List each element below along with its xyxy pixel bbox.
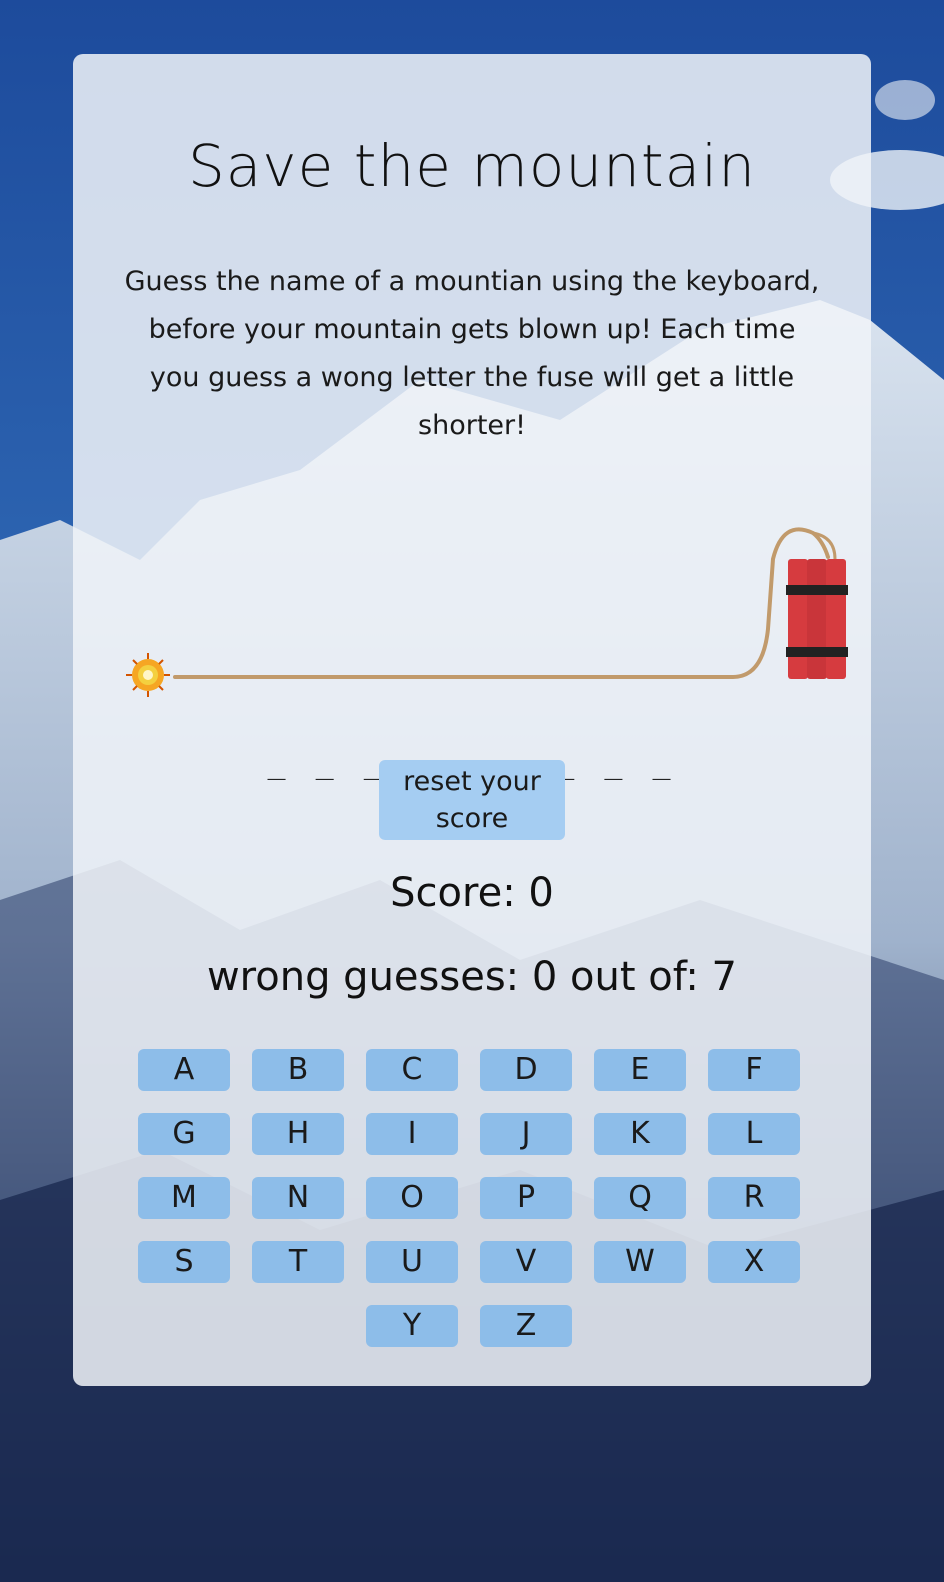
wrong-guesses-display: wrong guesses: 0 out of: 7 xyxy=(206,954,738,1000)
key-z[interactable]: Z xyxy=(480,1305,572,1347)
key-y[interactable]: Y xyxy=(366,1305,458,1347)
key-h[interactable]: H xyxy=(252,1113,344,1155)
key-m[interactable]: M xyxy=(138,1177,230,1219)
key-n[interactable]: N xyxy=(252,1177,344,1219)
key-g[interactable]: G xyxy=(138,1113,230,1155)
dynamite-icon xyxy=(786,559,848,679)
key-e[interactable]: E xyxy=(594,1049,686,1091)
key-w[interactable]: W xyxy=(594,1241,686,1283)
key-x[interactable]: X xyxy=(708,1241,800,1283)
key-k[interactable]: K xyxy=(594,1113,686,1155)
key-a[interactable]: A xyxy=(138,1049,230,1091)
key-q[interactable]: Q xyxy=(594,1177,686,1219)
fuse-line xyxy=(173,527,830,679)
key-f[interactable]: F xyxy=(708,1049,800,1091)
key-u[interactable]: U xyxy=(366,1241,458,1283)
key-i[interactable]: I xyxy=(366,1113,458,1155)
key-b[interactable]: B xyxy=(252,1049,344,1091)
key-v[interactable]: V xyxy=(480,1241,572,1283)
key-l[interactable]: L xyxy=(708,1113,800,1155)
score-display: Score: 0 xyxy=(390,870,554,916)
key-s[interactable]: S xyxy=(138,1241,230,1283)
spark-icon xyxy=(126,653,170,697)
key-p[interactable]: P xyxy=(480,1177,572,1219)
key-d[interactable]: D xyxy=(480,1049,572,1091)
key-r[interactable]: R xyxy=(708,1177,800,1219)
key-t[interactable]: T xyxy=(252,1241,344,1283)
reset-score-button[interactable]: reset your score xyxy=(379,760,565,840)
game-card: Save the mountain Guess the name of a mo… xyxy=(73,54,871,1386)
fuse-scene xyxy=(126,527,848,697)
page-title: Save the mountain xyxy=(187,132,757,200)
instructions-text: Guess the name of a mountian using the k… xyxy=(124,266,820,441)
key-c[interactable]: C xyxy=(366,1049,458,1091)
key-o[interactable]: O xyxy=(366,1177,458,1219)
key-j[interactable]: J xyxy=(480,1113,572,1155)
